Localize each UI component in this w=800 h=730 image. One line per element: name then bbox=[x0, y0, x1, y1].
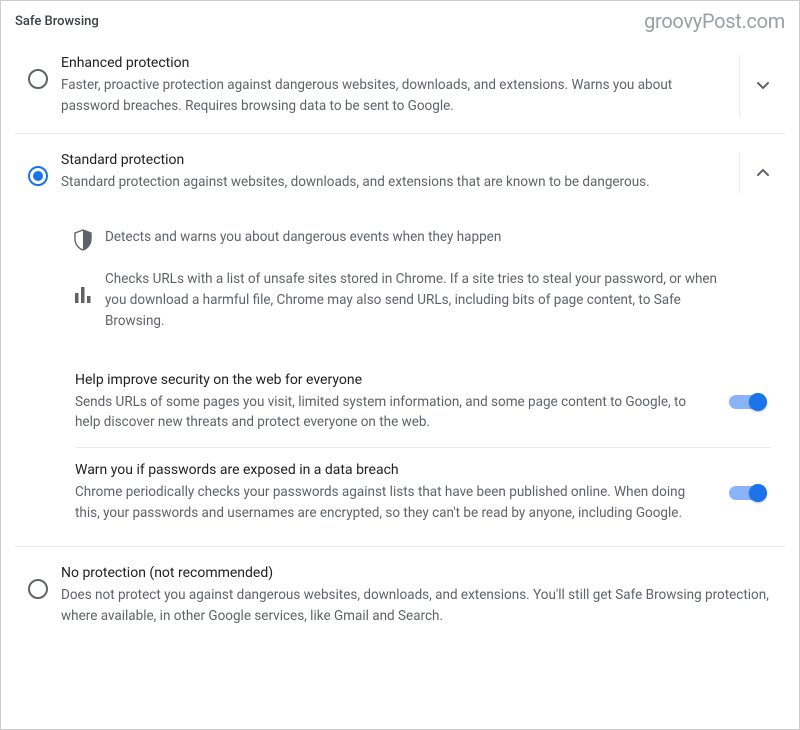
radio-col bbox=[15, 152, 61, 186]
radio-col bbox=[15, 55, 61, 89]
radio-enhanced[interactable] bbox=[28, 69, 48, 89]
option-title: No protection (not recommended) bbox=[61, 565, 775, 581]
toggle-desc: Sends URLs of some pages you visit, limi… bbox=[75, 392, 713, 434]
option-desc: Standard protection against websites, do… bbox=[61, 172, 729, 193]
option-no-protection[interactable]: No protection (not recommended) Does not… bbox=[15, 546, 785, 643]
option-text: Standard protection Standard protection … bbox=[61, 152, 739, 193]
toggle-desc: Chrome periodically checks your password… bbox=[75, 482, 713, 524]
feature-detects-warns: Detects and warns you about dangerous ev… bbox=[61, 209, 785, 251]
feature-text: Checks URLs with a list of unsafe sites … bbox=[105, 269, 775, 332]
toggle-text: Help improve security on the web for eve… bbox=[75, 372, 729, 434]
expand-col bbox=[739, 55, 785, 117]
icon-col bbox=[61, 227, 105, 251]
shield-icon bbox=[73, 229, 93, 251]
icon-col bbox=[61, 269, 105, 303]
safe-browsing-options: Enhanced protection Faster, proactive pr… bbox=[1, 37, 799, 651]
section-header: Safe Browsing groovyPost.com bbox=[1, 1, 799, 37]
feature-text: Detects and warns you about dangerous ev… bbox=[105, 227, 545, 248]
option-standard-protection-group: Standard protection Standard protection … bbox=[15, 134, 785, 546]
option-enhanced-protection[interactable]: Enhanced protection Faster, proactive pr… bbox=[15, 37, 785, 134]
toggle-warn-password-breach: Warn you if passwords are exposed in a d… bbox=[75, 448, 771, 538]
option-desc: Does not protect you against dangerous w… bbox=[61, 585, 775, 627]
chevron-down-icon[interactable] bbox=[757, 82, 769, 90]
bar-chart-icon bbox=[74, 287, 92, 303]
radio-col bbox=[15, 565, 61, 599]
feature-checks-urls: Checks URLs with a list of unsafe sites … bbox=[61, 251, 785, 332]
option-text: Enhanced protection Faster, proactive pr… bbox=[61, 55, 739, 117]
option-title: Enhanced protection bbox=[61, 55, 729, 71]
toggle-title: Warn you if passwords are exposed in a d… bbox=[75, 462, 713, 478]
toggle-title: Help improve security on the web for eve… bbox=[75, 372, 713, 388]
switch-help-improve-security[interactable] bbox=[729, 395, 765, 409]
option-standard-protection[interactable]: Standard protection Standard protection … bbox=[15, 134, 785, 209]
expand-col bbox=[739, 152, 785, 193]
switch-warn-password-breach[interactable] bbox=[729, 486, 765, 500]
option-text: No protection (not recommended) Does not… bbox=[61, 565, 785, 627]
option-desc: Faster, proactive protection against dan… bbox=[61, 75, 729, 117]
standard-expanded: Detects and warns you about dangerous ev… bbox=[15, 209, 785, 332]
toggle-help-improve-security: Help improve security on the web for eve… bbox=[75, 358, 771, 449]
chevron-up-icon[interactable] bbox=[757, 168, 769, 176]
section-title: Safe Browsing bbox=[15, 14, 99, 29]
option-title: Standard protection bbox=[61, 152, 729, 168]
radio-no-protection[interactable] bbox=[28, 579, 48, 599]
radio-standard[interactable] bbox=[28, 166, 48, 186]
standard-toggles: Help improve security on the web for eve… bbox=[15, 332, 785, 547]
watermark: groovyPost.com bbox=[644, 9, 785, 33]
toggle-text: Warn you if passwords are exposed in a d… bbox=[75, 462, 729, 524]
